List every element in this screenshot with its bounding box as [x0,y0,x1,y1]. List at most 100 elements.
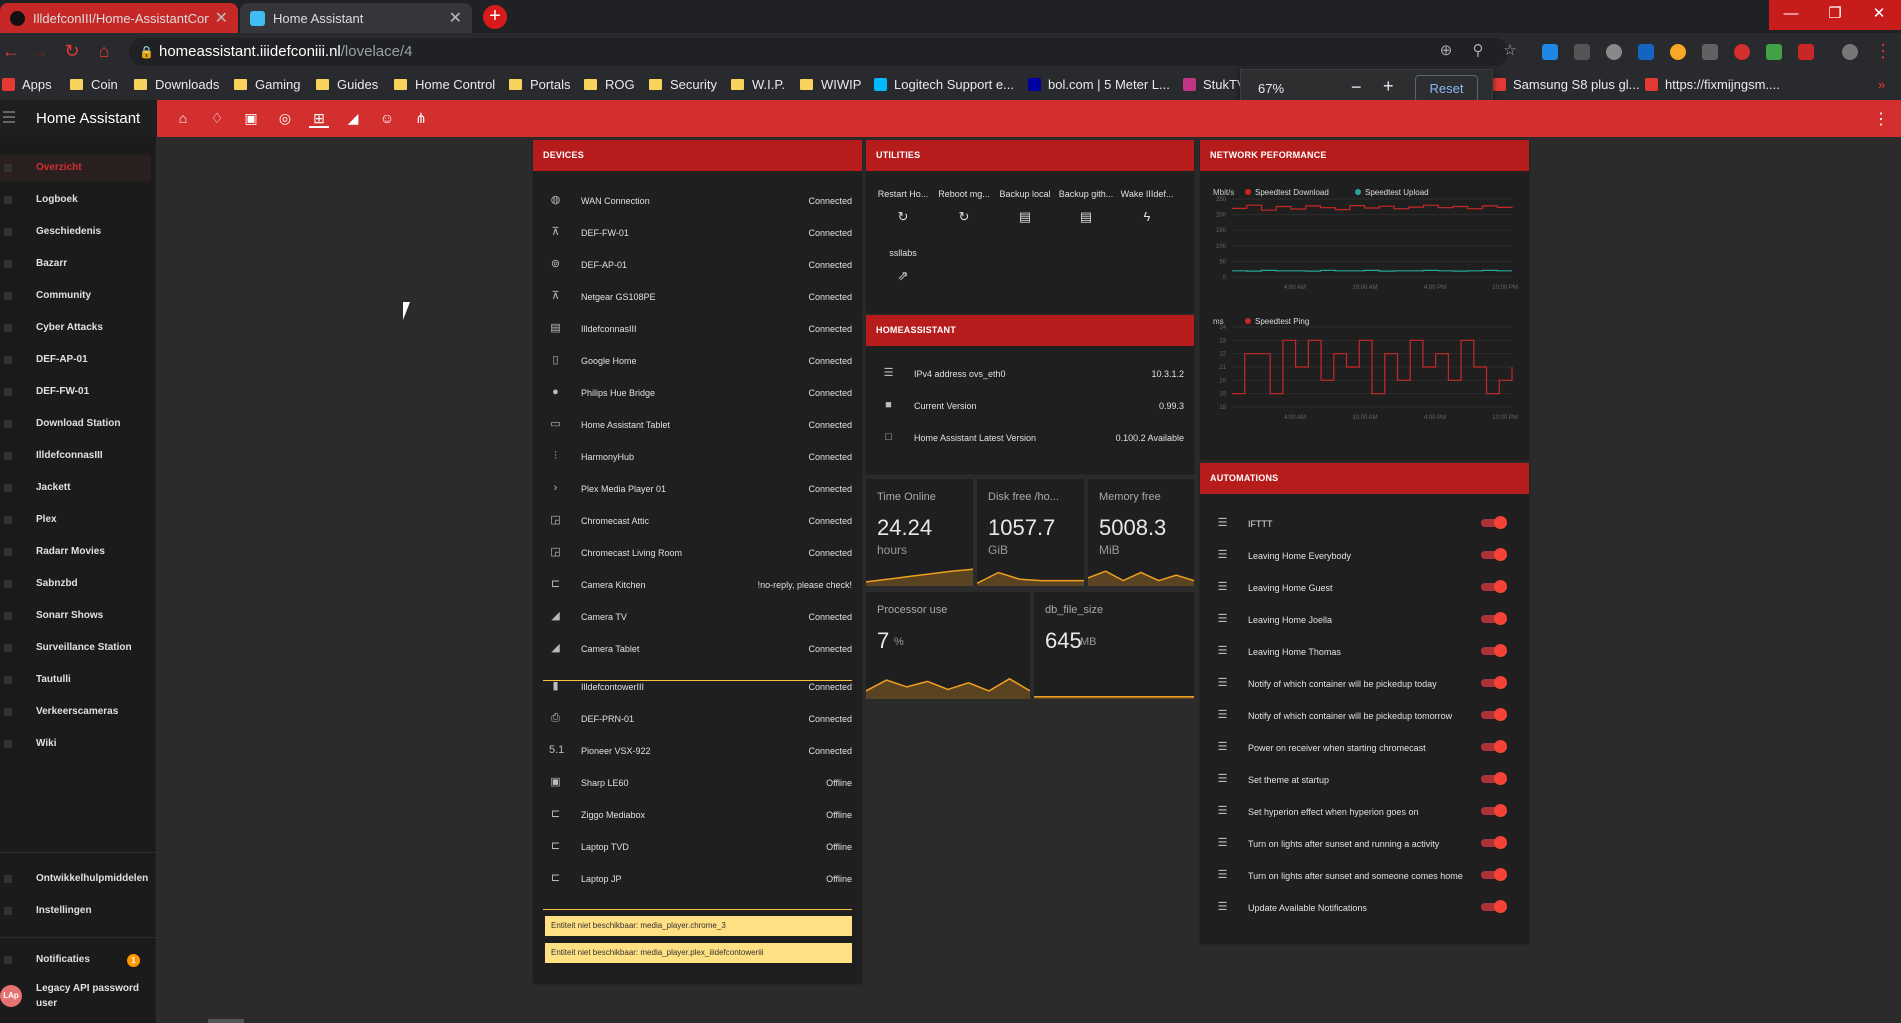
view-home-icon[interactable]: ⌂ [173,108,193,128]
utility-button[interactable]: Backup gith... ▤ [1055,189,1117,225]
sidebar-item-cyber-attacks[interactable]: Cyber Attacks [0,315,151,341]
menu-icon[interactable] [3,111,15,113]
device-row[interactable]: ▯ Google Home Connected [533,344,862,376]
back-icon[interactable]: ← [0,41,22,62]
profile-avatar-icon[interactable] [1842,44,1858,60]
device-row[interactable]: ⫶ HarmonyHub Connected [533,440,862,472]
device-row[interactable]: ◲ Chromecast Living Room Connected [533,536,862,568]
sidebar-item-plex[interactable]: Plex [0,507,151,533]
device-row[interactable]: ● Philips Hue Bridge Connected [533,376,862,408]
restore-button[interactable]: ❐ [1813,0,1857,30]
scrollbar-thumb[interactable] [208,1019,244,1023]
utility-button[interactable]: Reboot mg... ↻ [933,189,995,225]
automation-row[interactable]: ☰ Leaving Home Everybody [1200,539,1529,571]
device-row[interactable]: › Plex Media Player 01 Connected [533,472,862,504]
zoom-icon[interactable]: ⚲ [1467,41,1489,59]
automation-toggle[interactable] [1481,836,1507,849]
view-lights-icon[interactable]: ♢ [207,108,227,128]
automation-toggle[interactable] [1481,612,1507,625]
bookmark-gaming[interactable]: Gaming [234,77,301,92]
sidebar-item-geschiedenis[interactable]: Geschiedenis [0,219,151,245]
sidebar-item-tautulli[interactable]: Tautulli [0,667,151,693]
automation-toggle[interactable] [1481,516,1507,529]
extension-3-icon[interactable] [1606,44,1622,60]
sidebar-item-radarr-movies[interactable]: Radarr Movies [0,539,151,565]
view-people-icon[interactable]: ☺ [377,108,397,128]
automation-row[interactable]: ☰ Set theme at startup [1200,763,1529,795]
browser-tab-github[interactable]: IlldefconIII/Home-AssistantConfi ✕ [0,3,238,33]
device-row[interactable]: ⊏ Ziggo Mediabox Offline [533,798,862,830]
device-row[interactable]: ▭ Home Assistant Tablet Connected [533,408,862,440]
device-row[interactable]: 5.1 Pioneer VSX-922 Connected [533,734,862,766]
sensor-card[interactable]: Disk free /ho... 1057.7 GiB [977,479,1084,586]
sidebar-item-download-station[interactable]: Download Station [0,411,151,437]
device-row[interactable]: ⎙ DEF-PRN-01 Connected [533,702,862,734]
sidebar-item-logboek[interactable]: Logboek [0,187,151,213]
device-row[interactable]: ◍ WAN Connection Connected [533,184,862,216]
sidebar-item-ontwikkelhulpmiddelen[interactable]: Ontwikkelhulpmiddelen [0,866,151,892]
automation-toggle[interactable] [1481,580,1507,593]
sidebar-item-sonarr-shows[interactable]: Sonarr Shows [0,603,151,629]
close-window-button[interactable]: ✕ [1857,0,1901,30]
forward-icon[interactable]: → [29,41,51,62]
sidebar-item-surveillance-station[interactable]: Surveillance Station [0,635,151,661]
home-icon[interactable]: ⌂ [93,41,115,62]
sidebar-item-wiki[interactable]: Wiki [0,731,151,757]
reload-icon[interactable]: ↻ [61,41,83,62]
chrome-menu-icon[interactable]: ⋮ [1872,41,1894,62]
bookmark-security[interactable]: Security [649,77,717,92]
zoom-in-button[interactable]: + [1383,76,1394,97]
sidebar-item-sabnzbd[interactable]: Sabnzbd [0,571,151,597]
automation-toggle[interactable] [1481,772,1507,785]
device-row[interactable]: ▤ IlldefconnasIII Connected [533,312,862,344]
sidebar-notifications[interactable]: Notificaties 1 [0,947,151,973]
bookmark-wiwip[interactable]: WIWIP [800,77,861,92]
sensor-card[interactable]: Memory free 5008.3 MiB [1088,479,1194,586]
utility-button[interactable]: Backup local ▤ [994,189,1056,225]
automation-row[interactable]: ☰ Turn on lights after sunset and someone… [1200,859,1529,891]
bookmark-bol[interactable]: bol.com | 5 Meter L... [1028,77,1170,92]
device-row[interactable]: ⊼ Netgear GS108PE Connected [533,280,862,312]
zoom-out-button[interactable]: − [1351,77,1362,98]
view-hierarchy-icon[interactable]: ⋔ [411,108,431,128]
automation-row[interactable]: ☰ Leaving Home Guest [1200,571,1529,603]
bookmark-fixmijngsm[interactable]: https://fixmijngsm.... [1645,77,1780,92]
sensor-card[interactable]: Time Online 24.24 hours [866,479,973,586]
sensor-card[interactable]: Processor use 7% [866,592,1030,699]
download-icon[interactable] [1574,44,1590,60]
sidebar-item-community[interactable]: Community [0,283,151,309]
device-row[interactable]: ⊏ Laptop JP Offline [533,862,862,894]
extension-4-icon[interactable] [1638,44,1654,60]
automation-row[interactable]: ☰ Notify of which container will be picke… [1200,667,1529,699]
extension-5-icon[interactable] [1670,44,1686,60]
sidebar-item-jackett[interactable]: Jackett [0,475,151,501]
device-row[interactable]: ▮ IlldefcontowerIII Connected [533,670,862,702]
automation-toggle[interactable] [1481,676,1507,689]
bookmark-guides[interactable]: Guides [316,77,378,92]
minimize-button[interactable]: — [1769,0,1813,30]
utility-button[interactable]: Wake IIIdef... ϟ [1116,189,1178,224]
automation-row[interactable]: ☰ Leaving Home Thomas [1200,635,1529,667]
header-menu-icon[interactable]: ⋮ [1873,109,1889,129]
automation-row[interactable]: ☰ Turn on lights after sunset and running… [1200,827,1529,859]
automation-row[interactable]: ☰ Notify of which container will be picke… [1200,699,1529,731]
automation-row[interactable]: ☰ IFTTT [1200,507,1529,539]
browser-tab-home-assistant[interactable]: Home Assistant ✕ [240,3,472,33]
device-row[interactable]: ⊏ Laptop TVD Offline [533,830,862,862]
automation-toggle[interactable] [1481,900,1507,913]
extension-8-icon[interactable] [1766,44,1782,60]
extension-9-icon[interactable] [1798,44,1814,60]
bookmarks-overflow-icon[interactable]: » [1878,77,1885,92]
device-row[interactable]: ▣ Sharp LE60 Offline [533,766,862,798]
automation-toggle[interactable] [1481,740,1507,753]
bookmark-home-control[interactable]: Home Control [394,77,495,92]
bookmark-stuktv[interactable]: StukTV [1183,77,1246,92]
device-row[interactable]: ◢ Camera Tablet Connected [533,632,862,664]
automation-row[interactable]: ☰ Leaving Home Joella [1200,603,1529,635]
sensor-card[interactable]: db_file_size 645 MB [1034,592,1194,699]
automation-toggle[interactable] [1481,868,1507,881]
add-icon[interactable]: ⊕ [1435,41,1457,59]
extension-7-icon[interactable] [1734,44,1750,60]
automation-toggle[interactable] [1481,548,1507,561]
star-icon[interactable]: ☆ [1499,41,1521,59]
